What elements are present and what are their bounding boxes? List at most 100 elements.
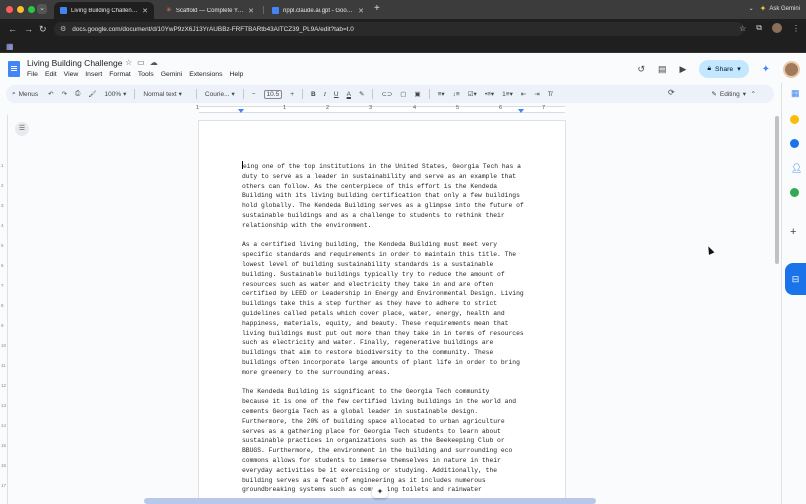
menu-file[interactable]: File [27,71,38,78]
vertical-scrollbar[interactable] [775,116,779,264]
decrease-font-size-icon[interactable]: − [252,91,256,98]
toolbar-divider [428,89,430,99]
style-value: Normal text [143,90,177,98]
underline-button[interactable]: U [334,91,339,98]
cloud-saved-icon[interactable]: ☁ [150,58,158,67]
calendar-icon[interactable]: ▦ [791,88,800,99]
italic-button[interactable]: I [324,91,326,98]
more-menu-icon[interactable]: ⋮ [792,24,800,33]
site-info-icon[interactable]: ⚙ [60,25,66,33]
align-left-icon[interactable]: ≡▾ [438,90,445,98]
extensions-icon[interactable]: ⧉ [756,23,762,33]
checklist-icon[interactable]: ☑▾ [468,90,477,98]
insert-image-icon[interactable]: ▣ [414,90,420,98]
gemini-sparkle-icon[interactable]: ✦ [762,64,770,75]
left-indent-marker[interactable] [238,109,244,113]
version-history-icon[interactable]: ↺ [637,64,645,75]
window-maximize-button[interactable] [28,6,35,13]
header-actions: ↺ ▤ ▶ 🔒︎ Share ▾ ✦ [637,60,800,78]
window-close-button[interactable] [6,6,13,13]
document-title[interactable]: Living Building Challenge [27,58,122,68]
undo-icon[interactable]: ↶ [48,90,53,98]
open-side-panel-button[interactable]: ⊟ [785,263,806,295]
move-folder-icon[interactable]: ▭ [137,58,145,67]
highlight-icon[interactable]: ✎ [359,90,364,98]
close-icon[interactable]: ✕ [358,7,364,15]
ruler-number: 9 [1,323,4,328]
zoom-select[interactable]: 100% ▾ [105,90,127,99]
decrease-indent-icon[interactable]: ⇤ [521,90,526,98]
paint-format-icon[interactable]: 🖌︎ [88,90,96,98]
print-icon[interactable]: ⎙ [75,90,80,98]
gemini-assist-icon[interactable]: ⟳ [668,88,675,97]
document-outline-icon[interactable]: ☰ [15,122,29,136]
search-menus-button[interactable]: ⌕ Menus [12,90,38,98]
ruler-number: 10 [1,343,7,348]
right-indent-marker[interactable] [518,109,524,113]
maps-icon[interactable] [790,188,799,197]
font-select[interactable]: Courie... ▾ [205,90,235,99]
user-avatar[interactable] [783,60,800,78]
add-comment-icon[interactable]: ▢ [400,90,406,98]
text-color-button[interactable]: A [347,91,351,98]
star-icon[interactable]: ☆ [125,58,132,67]
tab-search-icon[interactable]: ⌄ [37,4,47,14]
back-icon[interactable]: ← [8,23,17,35]
forward-icon[interactable]: → [24,23,33,35]
increase-indent-icon[interactable]: ⇥ [534,90,539,98]
clear-formatting-icon[interactable]: T̸ [548,91,552,98]
editing-mode-select[interactable]: ✎ Editing ▾ [711,90,746,99]
bold-button[interactable]: B [311,91,316,98]
menu-extensions[interactable]: Extensions [189,71,222,78]
window-minimize-button[interactable] [17,6,24,13]
link-icon[interactable]: ⊂⊃ [381,90,392,98]
menu-edit[interactable]: Edit [45,71,57,78]
bulleted-list-icon[interactable]: •≡▾ [485,90,494,98]
style-select[interactable]: Normal text ▾ [143,90,182,99]
google-docs-logo-icon[interactable] [8,61,20,77]
get-addons-icon[interactable]: + [790,227,796,238]
ask-gemini-label: Ask Gemini [769,5,800,12]
profile-avatar[interactable] [772,23,782,33]
collapse-toolbar-icon[interactable]: ⌃ [751,90,756,98]
keep-icon[interactable] [790,115,799,124]
new-tab-button[interactable]: + [374,3,380,15]
menu-insert[interactable]: Insert [85,71,102,78]
tab-title: rippl.claude.ai.gpt - Google [283,7,355,14]
ruler-number: 6 [1,263,4,268]
reload-icon[interactable]: ↻ [39,23,47,35]
ruler-number: 1 [196,105,200,111]
tab-scaffold[interactable]: ✳ Scaffold — Complete Your W ✕ [160,2,260,19]
floating-add-button[interactable]: ✦ [372,486,388,498]
ask-gemini-button[interactable]: ✦ Ask Gemini [760,4,800,13]
apps-grid-icon[interactable]: ▦ [6,42,14,51]
horizontal-scrollbar[interactable] [144,498,596,504]
share-button[interactable]: 🔒︎ Share ▾ [699,60,749,78]
browser-actions: ☆ ⧉ ⋮ [739,23,800,33]
bookmark-star-icon[interactable]: ☆ [739,24,746,33]
menu-format[interactable]: Format [109,71,131,78]
tasks-icon[interactable] [790,139,799,148]
menu-view[interactable]: View [64,71,79,78]
menu-help[interactable]: Help [229,71,243,78]
tab-rippl[interactable]: rippl.claude.ai.gpt - Google ✕ [266,2,370,19]
comments-icon[interactable]: ▤ [658,64,667,75]
ruler-number: 1 [283,105,287,111]
redo-icon[interactable]: ↷ [62,90,67,98]
numbered-list-icon[interactable]: 1≡▾ [502,90,513,98]
address-bar[interactable]: ⚙ docs.google.com/document/d/10YwP9zX6J1… [54,22,744,36]
tab-list-chevron-icon[interactable]: ⌄ [749,5,754,12]
close-icon[interactable]: ✕ [142,7,148,15]
document-page[interactable]: eing one of the top institutions in the … [198,120,566,504]
close-icon[interactable]: ✕ [248,7,254,15]
menu-gemini[interactable]: Gemini [161,71,183,78]
contacts-icon[interactable]: 👤︎ [791,163,802,174]
tab-living-building-challenge[interactable]: Living Building Challenge - G ✕ [54,2,154,19]
menu-tools[interactable]: Tools [138,71,154,78]
font-size-input[interactable]: 10.5 [263,89,283,99]
meet-icon[interactable]: ▶ [680,64,687,75]
document-body[interactable]: eing one of the top institutions in the … [242,161,524,503]
ruler-number: 16 [1,463,7,468]
increase-font-size-icon[interactable]: + [290,91,294,98]
line-spacing-icon[interactable]: ↕≡ [453,91,460,98]
